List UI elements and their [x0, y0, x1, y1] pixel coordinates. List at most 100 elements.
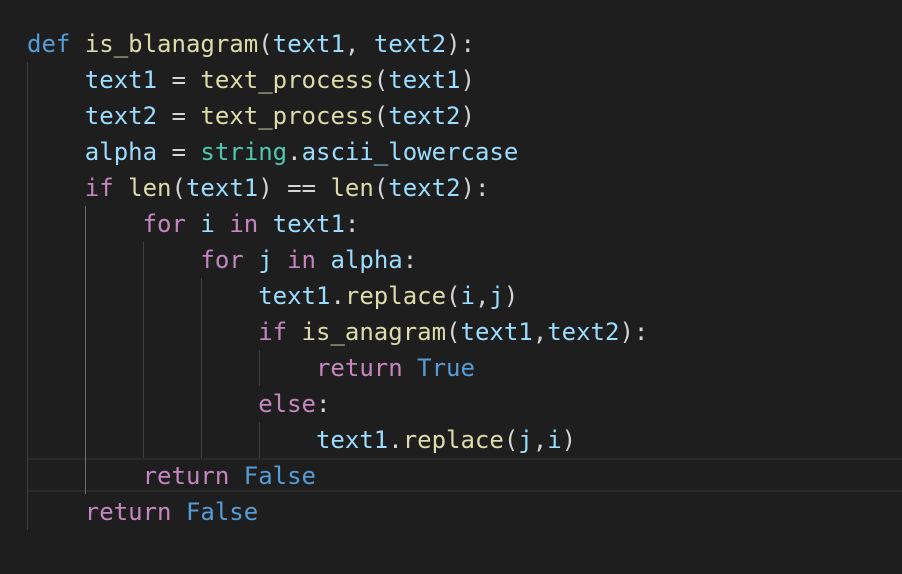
code-token: text2 — [84, 102, 158, 130]
code-token: ( — [171, 174, 186, 202]
code-token: ): — [619, 318, 649, 346]
code-token: . — [287, 138, 302, 166]
code-token: False — [243, 462, 316, 490]
code-token: else — [258, 390, 316, 418]
code-token: i — [200, 210, 215, 238]
code-token: : — [315, 390, 331, 418]
code-line: text2 = text_process(text2) — [27, 98, 475, 134]
code-token: ) == — [258, 174, 331, 202]
code-token: text1 — [388, 66, 461, 94]
code-token: , — [532, 318, 548, 346]
code-token: ( — [446, 282, 461, 310]
code-token: text2 — [388, 174, 461, 202]
code-token: for — [142, 210, 186, 238]
code-token: text1 — [460, 318, 533, 346]
code-token: ( — [373, 102, 389, 130]
code-token: , — [532, 426, 548, 454]
code-token: False — [185, 498, 259, 526]
code-token: , — [344, 30, 374, 58]
code-token: ) — [460, 102, 475, 130]
code-line: else: — [27, 386, 330, 422]
code-token: text_process — [200, 66, 374, 94]
code-line: text1 = text_process(text1) — [27, 62, 475, 98]
code-line: for j in alpha: — [27, 242, 417, 278]
code-line: text1.replace(i,j) — [27, 278, 518, 314]
code-token: j — [258, 246, 273, 274]
code-token: text2 — [388, 102, 461, 130]
code-token: text1 — [315, 426, 389, 454]
code-token: = — [157, 66, 201, 94]
code-token: string — [200, 138, 288, 166]
code-line: text1.replace(j,i) — [27, 422, 576, 458]
code-line: if is_anagram(text1,text2): — [27, 314, 648, 350]
code-line: for i in text1: — [27, 206, 360, 242]
code-editor[interactable]: def is_blanagram(text1, text2): text1 = … — [0, 0, 902, 574]
code-token: text2 — [373, 30, 447, 58]
code-line: alpha = string.ascii_lowercase — [27, 134, 519, 170]
code-token: in — [229, 210, 259, 238]
code-token: ( — [373, 174, 389, 202]
code-token: ): — [446, 30, 475, 58]
code-token: is_blanagram — [84, 30, 259, 58]
code-token: = — [157, 102, 201, 130]
code-token: . — [330, 282, 345, 310]
code-token: j — [518, 426, 533, 454]
code-token: : — [344, 210, 360, 238]
code-token: text1 — [84, 66, 158, 94]
code-token: True — [417, 354, 475, 382]
code-token: = — [157, 138, 201, 166]
code-token: ( — [258, 30, 273, 58]
code-token: if — [84, 174, 114, 202]
code-token: len — [128, 174, 172, 202]
code-token: replace — [402, 426, 504, 454]
code-token: ) — [460, 66, 475, 94]
code-token: if — [258, 318, 288, 346]
code-token: text1 — [272, 210, 345, 238]
code-line: return True — [27, 350, 475, 386]
code-token: return — [142, 462, 230, 490]
code-token: i — [547, 426, 562, 454]
code-token: : — [402, 246, 418, 274]
code-token: alpha — [330, 246, 403, 274]
code-token: ) — [561, 426, 577, 454]
code-token: ): — [460, 174, 490, 202]
code-token: text1 — [272, 30, 345, 58]
code-token: text1 — [185, 174, 259, 202]
code-token: return — [315, 354, 403, 382]
code-token: replace — [344, 282, 447, 310]
code-token: len — [330, 174, 374, 202]
code-token: text2 — [547, 318, 620, 346]
code-token: ( — [446, 318, 461, 346]
code-token: . — [388, 426, 403, 454]
code-token: ) — [503, 282, 519, 310]
code-token: for — [200, 246, 244, 274]
code-line: def is_blanagram(text1, text2): — [27, 26, 475, 62]
code-token: text_process — [200, 102, 374, 130]
code-token: i — [460, 282, 475, 310]
code-token: alpha — [84, 138, 158, 166]
code-token: ( — [503, 426, 519, 454]
